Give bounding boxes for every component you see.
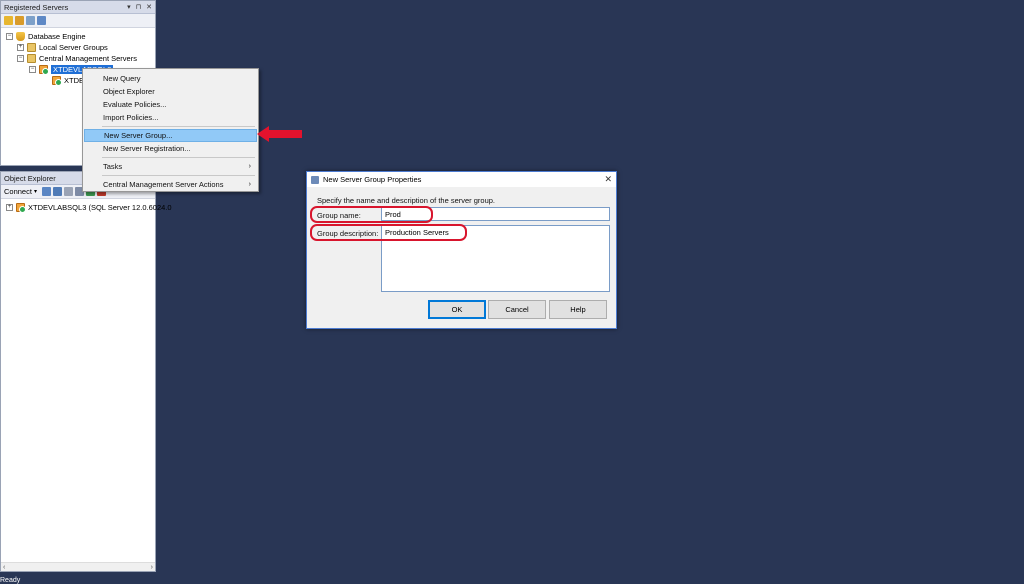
menu-item-cms-actions[interactable]: Central Management Server Actions › xyxy=(84,178,257,191)
tree-object-explorer-server[interactable]: + XTDEVLABSQL3 (SQL Server 12.0.6024.0 xyxy=(6,202,172,213)
collapse-icon[interactable]: − xyxy=(17,55,24,62)
connect-button[interactable]: Connect xyxy=(4,187,32,196)
collapse-icon[interactable]: − xyxy=(29,66,36,73)
registered-servers-title: Registered Servers xyxy=(4,2,69,12)
tree-label: XTDEVLABSQL3 (SQL Server 12.0.6024.0 xyxy=(28,203,172,212)
connect-icon[interactable] xyxy=(41,187,51,196)
menu-separator xyxy=(102,157,255,158)
registered-servers-toolbar xyxy=(1,14,155,28)
expand-icon[interactable]: + xyxy=(17,44,24,51)
menu-label: Evaluate Policies... xyxy=(103,100,167,109)
server-icon xyxy=(39,65,49,75)
menu-item-new-query[interactable]: New Query xyxy=(84,72,257,85)
dialog-titlebar: New Server Group Properties ✕ xyxy=(307,172,616,187)
menu-label: Object Explorer xyxy=(103,87,155,96)
menu-separator xyxy=(102,175,255,176)
database-icon xyxy=(16,32,25,41)
tree-central-management-servers[interactable]: − Central Management Servers xyxy=(17,53,137,64)
integration-services-icon[interactable] xyxy=(37,16,46,25)
tree-label: Local Server Groups xyxy=(39,43,108,52)
menu-label: Import Policies... xyxy=(103,113,159,122)
analysis-services-icon[interactable] xyxy=(15,16,24,25)
menu-item-import-policies[interactable]: Import Policies... xyxy=(84,111,257,124)
menu-item-tasks[interactable]: Tasks › xyxy=(84,160,257,173)
chevron-down-icon[interactable]: ▾ xyxy=(34,188,37,195)
context-menu: New Query Object Explorer Evaluate Polic… xyxy=(82,68,259,192)
submenu-arrow-icon: › xyxy=(248,181,251,188)
database-engine-icon[interactable] xyxy=(4,16,13,25)
tree-local-server-groups[interactable]: + Local Server Groups xyxy=(17,42,108,53)
dialog-title: New Server Group Properties xyxy=(323,175,422,184)
menu-item-new-server-registration[interactable]: New Server Registration... xyxy=(84,142,257,155)
menu-label: Tasks xyxy=(103,162,123,171)
menu-item-evaluate-policies[interactable]: Evaluate Policies... xyxy=(84,98,257,111)
dialog-instruction: Specify the name and description of the … xyxy=(317,196,496,205)
stop-icon[interactable] xyxy=(63,187,73,196)
tree-label: XTDE xyxy=(64,76,85,85)
highlight-ring-group-name xyxy=(310,206,433,223)
menu-item-object-explorer[interactable]: Object Explorer xyxy=(84,85,257,98)
object-explorer-title: Object Explorer xyxy=(4,173,56,183)
ok-button[interactable]: OK xyxy=(428,300,486,319)
menu-label: New Server Registration... xyxy=(103,144,191,153)
expand-icon[interactable]: + xyxy=(6,204,13,211)
tree-label: Central Management Servers xyxy=(39,54,137,63)
dialog-app-icon xyxy=(311,175,319,184)
object-explorer-panel: Object Explorer Connect ▾ + XTDEVLABSQL3… xyxy=(0,171,172,572)
tree-label: Database Engine xyxy=(28,32,86,41)
scroll-right-icon[interactable]: › xyxy=(151,564,153,571)
menu-label: Central Management Server Actions xyxy=(103,180,224,189)
submenu-arrow-icon: › xyxy=(248,163,251,170)
reporting-services-icon[interactable] xyxy=(26,16,35,25)
close-icon[interactable]: ✕ xyxy=(604,174,612,185)
registered-servers-titlebar: Registered Servers ▾ ⊓ ✕ xyxy=(1,1,155,14)
menu-label: New Server Group... xyxy=(104,131,173,140)
menu-separator xyxy=(102,126,255,127)
highlight-ring-group-description xyxy=(310,224,467,241)
scroll-left-icon[interactable]: ‹ xyxy=(3,564,5,571)
dropdown-icon[interactable]: ▾ xyxy=(127,3,131,11)
server-icon xyxy=(52,76,62,86)
pin-icon[interactable]: ⊓ xyxy=(136,3,141,11)
tree-server-child[interactable]: XTDE xyxy=(52,75,84,86)
folder-icon xyxy=(27,54,36,63)
menu-label: New Query xyxy=(103,74,141,83)
cancel-button[interactable]: Cancel xyxy=(488,300,546,319)
server-icon xyxy=(16,203,26,213)
help-button[interactable]: Help xyxy=(549,300,607,319)
disconnect-icon[interactable] xyxy=(52,187,62,196)
horizontal-scrollbar[interactable]: ‹ › xyxy=(1,562,155,571)
menu-item-new-server-group[interactable]: New Server Group... xyxy=(84,129,257,142)
tree-database-engine[interactable]: − Database Engine xyxy=(6,31,86,42)
folder-icon xyxy=(27,43,36,52)
status-text: Ready xyxy=(0,577,21,584)
collapse-icon[interactable]: − xyxy=(6,33,13,40)
annotation-arrow-icon xyxy=(257,126,302,142)
new-server-group-dialog: New Server Group Properties ✕ Specify th… xyxy=(306,171,617,329)
close-icon[interactable]: ✕ xyxy=(146,3,152,11)
